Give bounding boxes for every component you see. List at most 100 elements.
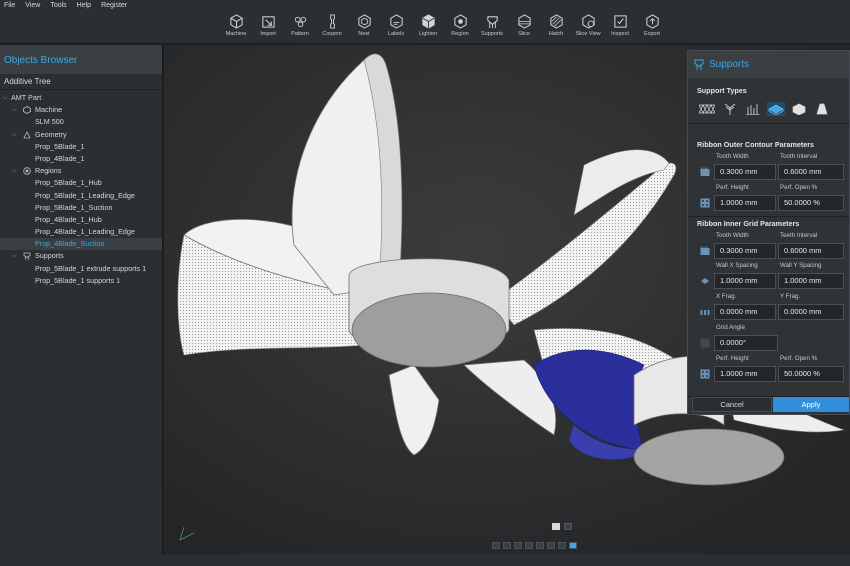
nest-icon (357, 14, 371, 29)
toolbar-coupon-button[interactable]: Coupon (316, 14, 348, 42)
chevron-down-icon[interactable]: ⌵ (3, 92, 8, 104)
block-support-icon (792, 103, 806, 115)
fit-view-icon[interactable] (536, 542, 544, 549)
toolbar-supports-button[interactable]: Supports (476, 14, 508, 42)
menu-help[interactable]: Help (77, 0, 91, 12)
chevron-down-icon[interactable]: ⌵ (12, 104, 17, 116)
tree-item-prop-4blade-suction[interactable]: Prop_4Blade_Suction (0, 238, 162, 251)
chevron-down-icon[interactable]: ⌵ (12, 165, 17, 177)
machine-icon (23, 106, 31, 115)
support-type-ribbon[interactable] (767, 102, 785, 116)
wall-y-spacing-input[interactable]: 1.0000 mm (778, 273, 844, 289)
lighten-icon (421, 14, 435, 29)
supports-panel-title: Supports (709, 59, 750, 70)
rotate-view-icon[interactable] (492, 542, 500, 549)
pillar-support-icon (746, 104, 760, 115)
support-type-block[interactable] (790, 102, 808, 116)
toolbar-slice-view-button[interactable]: Slice View (572, 14, 604, 42)
inner-perf-height-input[interactable]: 1.0000 mm (714, 366, 776, 382)
toolbar-region-button[interactable]: Region (444, 14, 476, 42)
inner-perf-open-input[interactable]: 50.0000 % (778, 366, 844, 382)
support-type-cone[interactable] (813, 102, 831, 116)
inner-tooth-width-input[interactable]: 0.3000 mm (714, 243, 776, 259)
camera-icon[interactable] (569, 542, 577, 549)
support-type-lattice[interactable] (698, 102, 716, 116)
chevron-down-icon[interactable]: ⌵ (12, 129, 17, 141)
objects-browser-panel: Objects Browser Additive Tree ⌵ AMT Part … (0, 45, 163, 554)
chevron-down-icon[interactable]: ⌵ (12, 250, 17, 262)
view-toggle-button[interactable] (564, 523, 572, 530)
supports-panel: Supports Support Types Ribbon Outer Cont… (687, 50, 850, 415)
toolbar-pattern-button[interactable]: Pattern (284, 14, 316, 42)
support-type-pillars[interactable] (744, 102, 762, 116)
toolbar-slice-button[interactable]: Slice (508, 14, 540, 42)
tooth-width-icon (700, 246, 710, 255)
outer-perf-open-input[interactable]: 50.0000 % (778, 195, 844, 211)
inner-teeth-interval-label: Teeth Interval (780, 232, 818, 239)
cone-support-icon (816, 103, 828, 115)
view-toggle-button[interactable] (552, 523, 560, 530)
toolbar-nest-button[interactable]: Nest (348, 14, 380, 42)
import-icon (261, 16, 275, 28)
tree-item-geometry[interactable]: ⌵ Geometry (0, 129, 162, 141)
outer-tooth-interval-label: Tooth Interval (780, 153, 818, 160)
toolbar-import-button[interactable]: Import (252, 14, 284, 42)
tree-item-amt-part[interactable]: ⌵ AMT Part (0, 92, 162, 104)
menu-bar: File View Tools Help Register (0, 0, 850, 12)
wall-x-spacing-input[interactable]: 1.0000 mm (714, 273, 776, 289)
tree-item-prop-4blade-1[interactable]: Prop_4Blade_1 (0, 153, 162, 165)
supports-icon (23, 253, 31, 261)
outer-perf-height-input[interactable]: 1.0000 mm (714, 195, 776, 211)
tree-item-prop-4blade-1-hub[interactable]: Prop_4Blade_1_Hub (0, 214, 162, 226)
outer-tooth-width-input[interactable]: 0.3000 mm (714, 164, 776, 180)
divider (688, 216, 849, 217)
toolbar-export-button[interactable]: Export (636, 14, 668, 42)
tree-item-prop-5blade-1-leading-edge[interactable]: Prop_5Blade_1_Leading_Edge (0, 190, 162, 202)
supports-panel-header: Supports (688, 51, 849, 78)
tree-item-supports[interactable]: ⌵ Supports (0, 250, 162, 262)
shading-icon[interactable] (558, 542, 566, 549)
tree-item-prop-5blade-1[interactable]: Prop_5Blade_1 (0, 141, 162, 153)
undo-view-icon[interactable] (503, 542, 511, 549)
region-icon (453, 14, 467, 29)
cancel-button[interactable]: Cancel (692, 397, 772, 412)
tree-item-prop-5blade-1-extrude-supports-1[interactable]: Prop_5Blade_1 extrude supports 1 (0, 263, 162, 275)
cube-icon (229, 14, 243, 29)
inspect-icon (613, 15, 627, 28)
additive-tree-header: Additive Tree (0, 74, 162, 90)
zoom-icon[interactable] (525, 542, 533, 549)
support-type-tree[interactable] (721, 102, 739, 116)
outer-tooth-interval-input[interactable]: 0.6000 mm (778, 164, 844, 180)
outer-perf-height-label: Perf. Height (716, 184, 749, 191)
eye-icon[interactable] (547, 542, 555, 549)
toolbar-machine-button[interactable]: Machine (220, 14, 252, 42)
tree-item-regions[interactable]: ⌵ Regions (0, 165, 162, 177)
inner-tooth-width-label: Tooth Width (716, 232, 749, 239)
toolbar-lighten-button[interactable]: Lighten (412, 14, 444, 42)
inner-teeth-interval-input[interactable]: 0.6000 mm (778, 243, 844, 259)
tree-support-icon (724, 103, 736, 115)
menu-file[interactable]: File (4, 0, 15, 12)
tree-item-slm-500[interactable]: SLM 500 (0, 116, 162, 128)
toolbar-labels-button[interactable]: Labels (380, 14, 412, 42)
perforation-icon (700, 369, 710, 379)
apply-button[interactable]: Apply (773, 397, 849, 412)
pattern-icon (294, 16, 306, 28)
toolbar-hatch-button[interactable]: Hatch (540, 14, 572, 42)
export-icon (645, 14, 659, 29)
tree-item-prop-5blade-1-suction[interactable]: Prop_5Blade_1_Suction (0, 202, 162, 214)
perforation-icon (700, 198, 710, 208)
menu-register[interactable]: Register (101, 0, 127, 12)
grid-angle-label: Grid Angle (716, 324, 745, 331)
tree-item-prop-4blade-1-leading-edge[interactable]: Prop_4Blade_1_Leading_Edge (0, 226, 162, 238)
y-frag-input[interactable]: 0.0000 mm (778, 304, 844, 320)
grid-angle-input[interactable]: 0.0000° (714, 335, 778, 351)
redo-view-icon[interactable] (514, 542, 522, 549)
tree-item-prop-5blade-1-supports-1[interactable]: Prop_5Blade_1 supports 1 (0, 275, 162, 287)
tree-item-prop-5blade-1-hub[interactable]: Prop_5Blade_1_Hub (0, 177, 162, 189)
tree-item-machine[interactable]: ⌵ Machine (0, 104, 162, 116)
menu-view[interactable]: View (25, 0, 40, 12)
toolbar-inspect-button[interactable]: Inspect (604, 14, 636, 42)
x-frag-input[interactable]: 0.0000 mm (714, 304, 776, 320)
menu-tools[interactable]: Tools (50, 0, 66, 12)
